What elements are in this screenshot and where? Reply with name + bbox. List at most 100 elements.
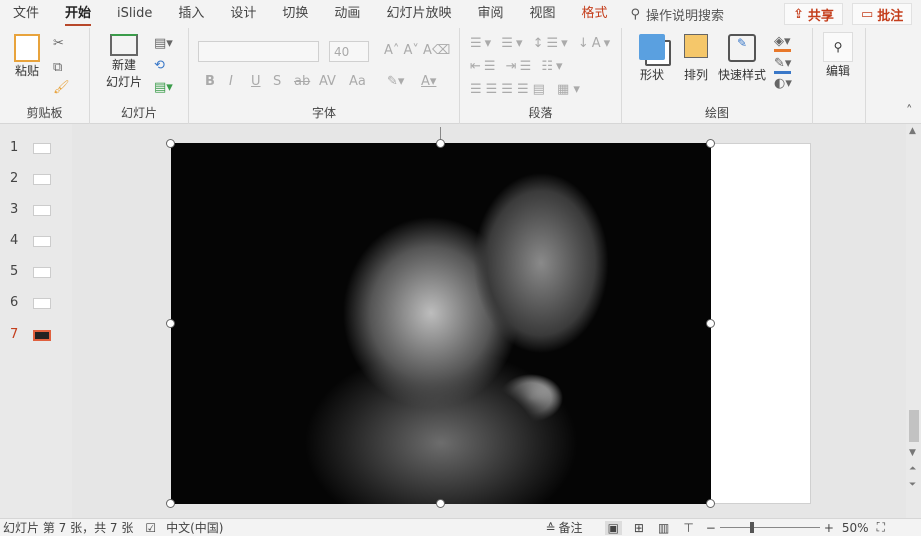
zoom-level[interactable]: 50% <box>842 521 869 535</box>
slide-thumbnail-selected[interactable]: 7 <box>0 327 72 347</box>
font-label: 字体 <box>189 104 459 121</box>
shape-outline-icon[interactable]: ✎▾ <box>774 56 791 74</box>
comments-label: 批注 <box>877 5 903 24</box>
resize-handle[interactable] <box>706 319 715 328</box>
shadow-button[interactable]: S <box>273 74 281 89</box>
section-icon[interactable]: ▤▾ <box>154 80 173 95</box>
tab-file[interactable]: 文件 <box>0 0 52 28</box>
slide-thumbnail[interactable]: 2 <box>0 171 72 191</box>
notes-icon: ≙ <box>545 521 555 535</box>
selected-photo[interactable] <box>171 143 711 504</box>
thumbnail-image <box>33 298 51 309</box>
paragraph-group: ☰▾ ☰▾ ↕☰▾ ↓A▾ ⇤☰ ⇥☰ ☷▾ ☰☰☰☰▤ ▦▾ 段落 <box>460 28 622 124</box>
copy-icon[interactable]: ⧉ <box>53 60 62 75</box>
zoom-in-button[interactable]: + <box>824 521 834 535</box>
tab-slideshow[interactable]: 幻灯片放映 <box>373 0 464 28</box>
tab-design[interactable]: 设计 <box>217 0 269 28</box>
paragraph-label: 段落 <box>460 104 621 121</box>
fit-to-window-icon[interactable]: ⛶ <box>877 520 885 535</box>
strikethrough-button[interactable]: ab <box>294 74 310 89</box>
slide-thumbnail[interactable]: 6 <box>0 295 72 315</box>
tab-review[interactable]: 审阅 <box>464 0 516 28</box>
slide-thumbnails-pane: 1 2 3 4 5 6 7 <box>0 124 72 518</box>
resize-handle[interactable] <box>166 139 175 148</box>
shapes-button[interactable]: 形状 <box>632 34 672 83</box>
reading-view-icon[interactable]: ▥ <box>658 521 669 535</box>
tab-islide[interactable]: iSlide <box>104 0 165 28</box>
resize-handle[interactable] <box>436 139 445 148</box>
comments-button[interactable]: ▭批注 <box>852 3 912 25</box>
cut-icon[interactable]: ✂ <box>53 36 64 51</box>
tab-transitions[interactable]: 切换 <box>269 0 321 28</box>
tab-format[interactable]: 格式 <box>568 0 620 28</box>
new-slide-icon <box>110 34 138 56</box>
thumbnail-image <box>33 330 51 341</box>
next-slide-icon[interactable]: ⏷ <box>909 480 916 490</box>
scroll-down-icon[interactable]: ▼ <box>909 448 916 458</box>
prev-slide-icon[interactable]: ⏶ <box>909 464 916 474</box>
layout-icon[interactable]: ▤▾ <box>154 36 173 51</box>
font-color-icon[interactable]: A▾ <box>421 74 436 89</box>
bullets-icon[interactable]: ☰▾ ☰▾ ↕☰▾ ↓A▾ <box>470 36 613 51</box>
new-slide-button[interactable]: 新建 幻灯片 <box>98 34 150 90</box>
resize-handle[interactable] <box>706 139 715 148</box>
editing-button[interactable]: ⚲ 编辑 <box>821 32 855 79</box>
slide-number: 2 <box>10 171 18 186</box>
bold-button[interactable]: B <box>205 74 215 89</box>
slide-thumbnail[interactable]: 4 <box>0 233 72 253</box>
quick-styles-label: 快速样式 <box>716 66 768 83</box>
char-spacing-button[interactable]: AV <box>319 74 336 89</box>
change-case-button[interactable]: Aa <box>349 74 366 89</box>
slideshow-icon[interactable]: ⊤ <box>683 521 693 535</box>
shape-effects-icon[interactable]: ◐▾ <box>774 76 792 91</box>
tab-animations[interactable]: 动画 <box>321 0 373 28</box>
editing-group: ⚲ 编辑 <box>813 28 866 124</box>
slide-thumbnail[interactable]: 3 <box>0 202 72 222</box>
resize-handle[interactable] <box>436 499 445 508</box>
paste-button[interactable]: 粘贴 <box>10 34 44 79</box>
drawing-group: 形状 排列 ✎ 快速样式 ◈▾ ✎▾ ◐▾ 绘图 <box>622 28 813 124</box>
vertical-scrollbar[interactable]: ▲ ▼ ⏶ ⏷ <box>906 124 921 518</box>
normal-view-icon[interactable]: ▣ <box>605 521 622 535</box>
quick-styles-button[interactable]: ✎ 快速样式 <box>716 34 768 83</box>
tell-me-search[interactable]: ⚲ 操作说明搜索 <box>631 5 725 24</box>
zoom-slider[interactable] <box>720 527 820 528</box>
indent-icon[interactable]: ⇤☰ ⇥☰ ☷▾ <box>470 59 566 74</box>
font-size-combo[interactable]: 40 <box>329 41 369 62</box>
clipboard-label: 剪贴板 <box>0 104 89 121</box>
slide-sorter-icon[interactable]: ⊞ <box>634 521 644 535</box>
slide-thumbnail[interactable]: 5 <box>0 264 72 284</box>
zoom-slider-thumb[interactable] <box>750 522 754 533</box>
share-button[interactable]: ⇪共享 <box>784 3 843 25</box>
resize-handle[interactable] <box>166 319 175 328</box>
ribbon-tabs: 文件 开始 iSlide 插入 设计 切换 动画 幻灯片放映 审阅 视图 格式 … <box>0 0 921 28</box>
grow-font-icon[interactable]: A˄ A˅ A⌫ <box>384 43 450 58</box>
slide-number: 4 <box>10 233 18 248</box>
resize-handle[interactable] <box>706 499 715 508</box>
shape-fill-icon[interactable]: ◈▾ <box>774 34 791 52</box>
collapse-ribbon-icon[interactable]: ˄ <box>906 104 913 119</box>
notes-button[interactable]: 备注 <box>559 519 583 536</box>
highlight-icon[interactable]: ✎▾ <box>387 74 404 89</box>
resize-handle[interactable] <box>166 499 175 508</box>
font-name-combo[interactable] <box>198 41 319 62</box>
tab-insert[interactable]: 插入 <box>165 0 217 28</box>
zoom-out-button[interactable]: − <box>706 521 716 535</box>
scroll-up-icon[interactable]: ▲ <box>909 126 916 136</box>
reset-icon[interactable]: ⟲ <box>154 58 165 73</box>
tab-home[interactable]: 开始 <box>52 0 104 28</box>
slide-thumbnail[interactable]: 1 <box>0 140 72 160</box>
drawing-label: 绘图 <box>622 104 812 121</box>
underline-button[interactable]: U <box>251 74 261 89</box>
language-status[interactable]: 中文(中国) <box>166 519 223 536</box>
format-painter-icon[interactable]: 🖌 <box>53 80 70 95</box>
shapes-icon <box>639 34 665 60</box>
scrollbar-thumb[interactable] <box>909 410 919 442</box>
thumbnail-image <box>33 267 51 278</box>
arrange-button[interactable]: 排列 <box>676 34 716 83</box>
italic-button[interactable]: I <box>229 74 233 89</box>
spellcheck-icon[interactable]: ☑ <box>145 521 156 535</box>
align-icon[interactable]: ☰☰☰☰▤ ▦▾ <box>470 82 584 97</box>
tab-view[interactable]: 视图 <box>516 0 568 28</box>
slide-number: 1 <box>10 140 18 155</box>
